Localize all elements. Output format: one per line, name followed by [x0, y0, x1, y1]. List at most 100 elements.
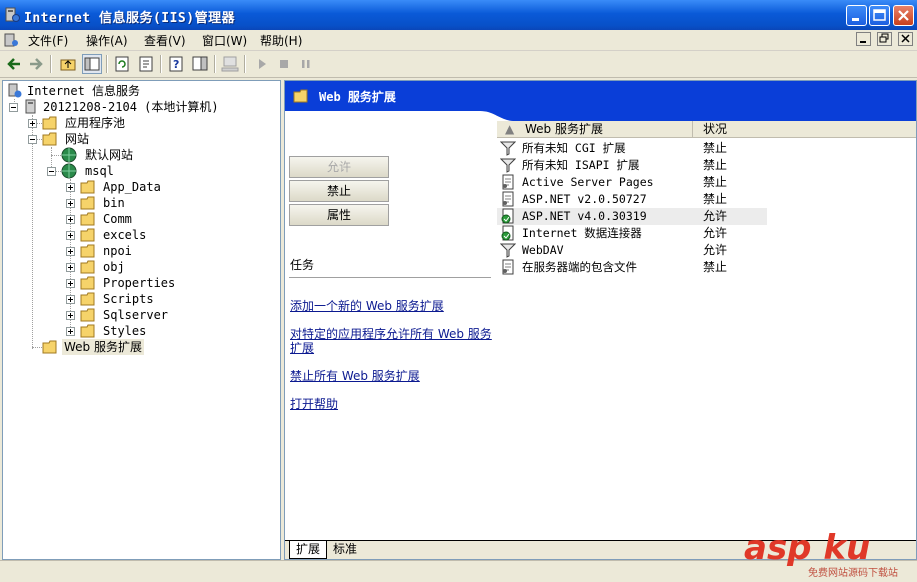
menu-file[interactable]: 文件(F)	[26, 32, 70, 49]
tree-pane: Internet 信息服务 20121208-2104 (本地计算机) 应用程序…	[2, 80, 281, 560]
tree-pane-icon	[84, 57, 100, 71]
extension-status: 禁止	[703, 260, 728, 274]
folder-label: Properties	[103, 276, 176, 290]
deny-all-link[interactable]: 禁止所有 Web 服务扩展	[290, 369, 495, 383]
collapse-toggle-icon[interactable]	[47, 167, 56, 176]
extension-name: 所有未知 CGI 扩展	[522, 141, 626, 155]
extension-name: ASP.NET v2.0.50727	[522, 192, 647, 206]
details-title: Web 服务扩展	[319, 90, 396, 104]
extension-row[interactable]: WebDAV 允许	[497, 242, 767, 259]
ext-allowed-icon	[500, 225, 516, 241]
extension-status: 允许	[703, 209, 728, 223]
properties-pane-icon[interactable]	[190, 54, 210, 74]
computer-icon	[25, 99, 36, 114]
refresh-icon[interactable]	[112, 54, 132, 74]
mdi-close-button[interactable]	[898, 32, 913, 46]
tree-app-pools-label: 应用程序池	[65, 116, 126, 130]
extension-row[interactable]: Active Server Pages 禁止	[497, 174, 767, 191]
extension-name: ASP.NET v4.0.30319	[522, 209, 647, 223]
tree-root-label: Internet 信息服务	[27, 84, 141, 98]
folder-icon	[80, 308, 95, 322]
iis-root-icon	[8, 83, 22, 98]
deny-button[interactable]: 禁止	[289, 180, 389, 202]
column-header-name[interactable]: ▲ Web 服务扩展	[497, 121, 693, 137]
folder-label: Scripts	[103, 292, 154, 306]
list-header: ▲ Web 服务扩展 状况	[497, 121, 916, 138]
menu-action[interactable]: 操作(A)	[84, 32, 130, 49]
iis-app-icon	[5, 7, 20, 22]
sort-arrow-icon: ▲	[505, 122, 515, 136]
extension-status: 禁止	[703, 158, 728, 172]
expand-toggle-icon[interactable]	[66, 327, 75, 336]
allow-button[interactable]: 允许	[289, 156, 389, 178]
expand-toggle-icon[interactable]	[66, 295, 75, 304]
help-icon[interactable]: ?	[166, 54, 186, 74]
folder-label: bin	[103, 196, 125, 210]
watermark-caption: 免费网站源码下载站	[808, 568, 898, 579]
mdi-restore-button[interactable]	[877, 32, 893, 46]
collapse-toggle-icon[interactable]	[28, 135, 37, 144]
allow-all-for-app-link[interactable]: 对特定的应用程序允许所有 Web 服务扩展	[290, 327, 495, 355]
folder-label: Sqlserver	[103, 308, 169, 322]
title-bar: Internet 信息服务(IIS)管理器	[0, 0, 917, 30]
properties-button[interactable]: 属性	[289, 204, 389, 226]
extension-status: 允许	[703, 243, 728, 257]
up-folder-icon[interactable]	[58, 54, 78, 74]
open-help-link[interactable]: 打开帮助	[290, 397, 495, 411]
column-header-status[interactable]: 状况	[703, 121, 727, 137]
extension-status: 禁止	[703, 192, 728, 206]
filter-icon	[499, 157, 517, 173]
menu-help[interactable]: 帮助(H)	[258, 32, 304, 49]
stop-icon	[280, 60, 288, 68]
expand-toggle-icon[interactable]	[66, 247, 75, 256]
expand-toggle-icon[interactable]	[66, 263, 75, 272]
menu-window[interactable]: 窗口(W)	[200, 32, 249, 49]
extension-status: 禁止	[703, 141, 728, 155]
extension-row[interactable]: 所有未知 CGI 扩展 禁止	[497, 140, 767, 157]
pane-splitter[interactable]	[281, 80, 283, 558]
maximize-button[interactable]	[869, 5, 890, 26]
folder-icon	[80, 228, 95, 242]
export-list-icon[interactable]	[136, 54, 156, 74]
close-button[interactable]	[893, 5, 914, 26]
extension-row[interactable]: 所有未知 ISAPI 扩展 禁止	[497, 157, 767, 174]
mdi-window-icon[interactable]	[3, 32, 19, 48]
folder-icon	[80, 244, 95, 258]
folder-icon	[80, 324, 95, 338]
expand-toggle-icon[interactable]	[28, 119, 37, 128]
folder-label: App_Data	[103, 180, 161, 194]
mdi-minimize-button[interactable]	[856, 32, 872, 46]
expand-toggle-icon[interactable]	[66, 311, 75, 320]
extension-row[interactable]: ASP.NET v2.0.50727 禁止	[497, 191, 767, 208]
tasks-divider	[289, 277, 491, 278]
back-arrow-icon[interactable]	[4, 54, 24, 74]
extension-name: Active Server Pages	[522, 175, 654, 189]
forward-arrow-icon[interactable]	[26, 54, 46, 74]
svg-text:?: ?	[173, 58, 179, 71]
collapse-toggle-icon[interactable]	[9, 103, 18, 112]
maximize-icon	[873, 9, 886, 21]
extension-row[interactable]: Internet 数据连接器 允许	[497, 225, 767, 242]
tasks-label: 任务	[290, 258, 315, 272]
folder-icon	[80, 292, 95, 306]
expand-toggle-icon[interactable]	[66, 231, 75, 240]
expand-toggle-icon[interactable]	[66, 279, 75, 288]
folder-label: npoi	[103, 244, 132, 258]
expand-toggle-icon[interactable]	[66, 199, 75, 208]
expand-toggle-icon[interactable]	[66, 183, 75, 192]
expand-toggle-icon[interactable]	[66, 215, 75, 224]
globe-icon	[61, 163, 77, 179]
minimize-button[interactable]	[846, 5, 867, 26]
tab-extended[interactable]: 扩展	[289, 541, 328, 559]
extension-row[interactable]: ASP.NET v4.0.30319 允许	[497, 208, 767, 225]
add-extension-link[interactable]: 添加一个新的 Web 服务扩展	[290, 299, 495, 313]
tree-msql-label: msql	[85, 164, 114, 178]
menu-view[interactable]: 查看(V)	[142, 32, 188, 49]
folder-open-icon	[42, 132, 57, 146]
extension-row[interactable]: 在服务器端的包含文件 禁止	[497, 259, 767, 276]
menu-bar: 文件(F) 操作(A) 查看(V) 窗口(W) 帮助(H)	[0, 30, 917, 51]
folder-icon	[80, 196, 95, 210]
details-header: Web 服务扩展	[285, 81, 916, 111]
show-tree-button[interactable]	[82, 54, 102, 74]
tab-standard[interactable]: 标准	[327, 541, 363, 558]
